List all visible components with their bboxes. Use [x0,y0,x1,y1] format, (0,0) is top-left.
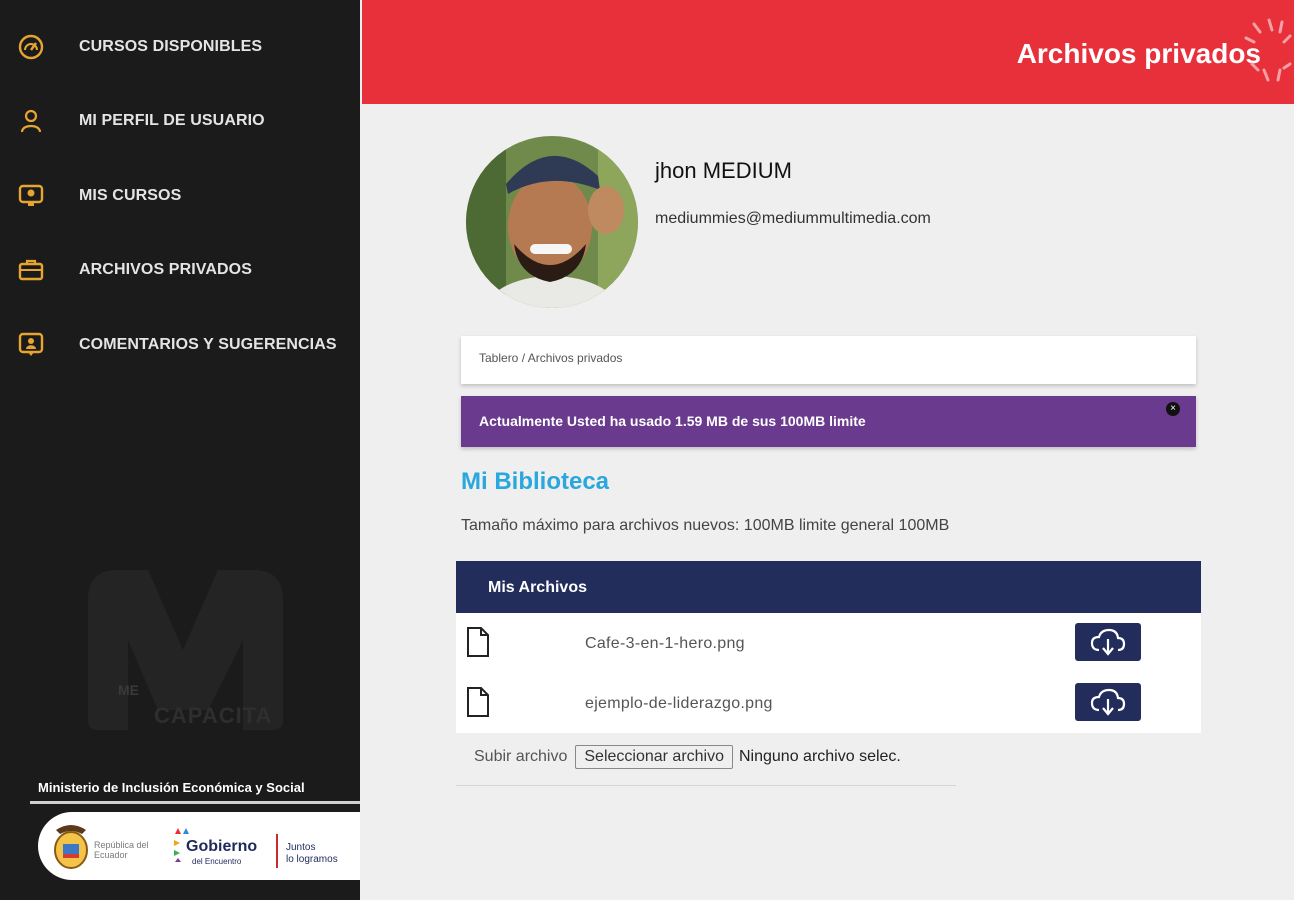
sidebar-item-label: COMENTARIOS Y SUGERENCIAS [79,336,337,353]
select-file-button[interactable]: Seleccionar archivo [575,745,733,769]
user-name: jhon MEDIUM [655,158,792,183]
sunburst-decoration-icon [1244,18,1292,82]
table-row: ejemplo-de-liderazgo.png [456,673,1201,733]
file-icon [467,627,489,657]
ecuador-seal-icon [54,825,88,869]
slogan-line-2: lo logramos [286,854,338,865]
page-header: Archivos privados [362,0,1294,104]
gov-slogan: Juntos lo logramos [286,842,338,866]
sidebar-item-mi-perfil[interactable]: MI PERFIL DE USUARIO [0,101,360,141]
files-table-title: Mis Archivos [488,579,587,596]
ministry-divider [30,801,360,804]
slogan-line-1: Juntos [286,842,316,853]
cloud-download-icon [1090,628,1126,656]
close-icon[interactable]: × [1166,402,1180,416]
gobierno-sub-label: del Encuentro [192,857,242,866]
avatar-photo [466,136,638,308]
speedometer-icon [16,32,46,62]
quota-alert-text: Actualmente Usted ha usado 1.59 MB de su… [479,413,866,429]
upload-status: Ninguno archivo selec. [739,748,901,765]
file-name[interactable]: ejemplo-de-liderazgo.png [585,695,773,713]
feedback-icon [16,330,46,360]
sidebar: CURSOS DISPONIBLES MI PERFIL DE USUARIO … [0,0,360,900]
government-logo-banner: República del Ecuador Gobierno del Encue… [38,812,360,880]
gov-separator [276,834,278,868]
files-table-header: Mis Archivos [456,561,1201,613]
file-icon [467,687,489,717]
watermark-text-capacita: CAPACITA [154,703,273,728]
user-icon [16,106,46,136]
download-button[interactable] [1075,623,1141,661]
sidebar-item-comentarios[interactable]: COMENTARIOS Y SUGERENCIAS [0,325,360,365]
sidebar-item-mis-cursos[interactable]: MIS CURSOS [0,176,360,216]
table-row: Cafe-3-en-1-hero.png [456,613,1201,673]
republica-ecuador-label: República del Ecuador [94,840,149,860]
upload-label: Subir archivo [474,748,568,765]
download-button[interactable] [1075,683,1141,721]
breadcrumb[interactable]: Tablero / Archivos privados [461,336,1196,384]
sidebar-item-label: ARCHIVOS PRIVADOS [79,261,252,278]
file-name[interactable]: Cafe-3-en-1-hero.png [585,635,745,653]
upload-divider [456,785,956,786]
briefcase-icon [16,255,46,285]
sidebar-item-label: CURSOS DISPONIBLES [79,38,263,55]
sidebar-item-archivos-privados[interactable]: ARCHIVOS PRIVADOS [0,250,360,290]
sidebar-item-cursos-disponibles[interactable]: CURSOS DISPONIBLES [0,27,360,67]
sidebar-item-label: MIS CURSOS [79,187,182,204]
avatar [466,136,638,308]
cloud-download-icon [1090,688,1126,716]
library-title: Mi Biblioteca [461,468,610,495]
gobierno-label: Gobierno [186,838,258,855]
quota-alert: Actualmente Usted ha usado 1.59 MB de su… [461,396,1196,447]
watermark-text-me: ME [118,682,139,698]
files-table: Mis Archivos Cafe-3-en-1-hero.png ejempl… [456,561,1201,733]
user-email: mediummies@mediummultimedia.com [655,210,931,227]
course-monitor-icon [16,181,46,211]
max-size-text: Tamaño máximo para archivos nuevos: 100M… [461,517,950,534]
ministry-label: Ministerio de Inclusión Económica y Soci… [38,780,305,795]
sidebar-item-label: MI PERFIL DE USUARIO [79,112,265,129]
upload-row: Subir archivo Seleccionar archivo Ningun… [474,745,901,769]
